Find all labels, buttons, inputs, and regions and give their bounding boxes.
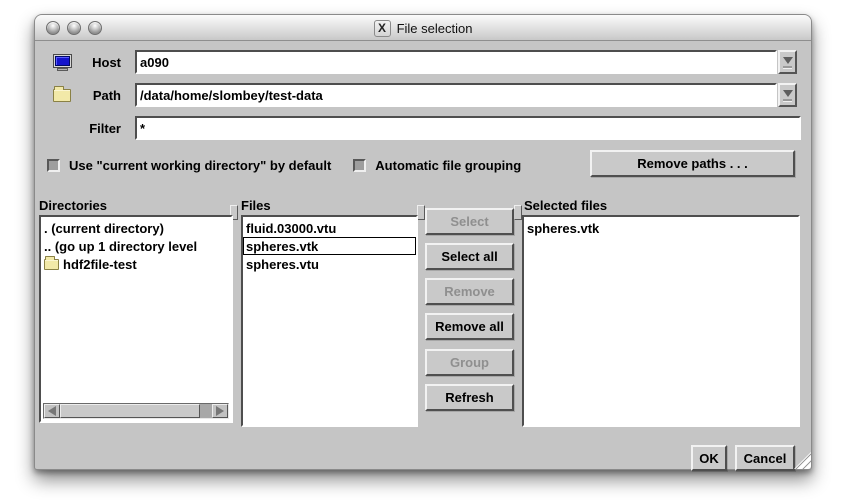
- ok-button[interactable]: OK: [691, 445, 727, 471]
- filter-input[interactable]: [135, 116, 801, 140]
- files-pane-label: Files: [241, 198, 271, 213]
- list-item-selected[interactable]: spheres.vtk: [243, 237, 416, 255]
- remove-all-button[interactable]: Remove all: [425, 313, 514, 340]
- splitter-handle[interactable]: [417, 205, 425, 220]
- x11-app-icon: X: [374, 20, 391, 37]
- path-combobox: [135, 83, 797, 107]
- chevron-down-icon: [783, 90, 793, 97]
- list-item[interactable]: spheres.vtu: [243, 255, 416, 273]
- filter-label: Filter: [75, 121, 121, 136]
- selected-files-pane-label: Selected files: [524, 198, 607, 213]
- group-button[interactable]: Group: [425, 349, 514, 376]
- use-cwd-checkbox[interactable]: [47, 159, 60, 172]
- scroll-right-button[interactable]: [212, 404, 228, 418]
- path-label: Path: [75, 88, 121, 103]
- list-item[interactable]: spheres.vtk: [524, 219, 798, 237]
- files-list[interactable]: fluid.03000.vtu spheres.vtk spheres.vtu: [241, 215, 418, 427]
- arrow-right-icon: [216, 406, 224, 416]
- selected-files-list[interactable]: spheres.vtk: [522, 215, 800, 427]
- cancel-button[interactable]: Cancel: [735, 445, 795, 471]
- directories-pane-label: Directories: [39, 198, 107, 213]
- host-input[interactable]: [135, 50, 777, 74]
- scroll-left-button[interactable]: [44, 404, 60, 418]
- list-item[interactable]: fluid.03000.vtu: [243, 219, 416, 237]
- select-button[interactable]: Select: [425, 208, 514, 235]
- directories-list[interactable]: . (current directory) .. (go up 1 direct…: [39, 215, 233, 423]
- select-all-button[interactable]: Select all: [425, 243, 514, 270]
- folder-icon: [44, 259, 59, 270]
- list-item[interactable]: . (current directory): [41, 219, 231, 237]
- window-title: File selection: [397, 21, 473, 36]
- chevron-down-icon: [783, 57, 793, 64]
- splitter-handle[interactable]: [514, 205, 522, 220]
- host-computer-icon: [53, 54, 72, 71]
- path-input[interactable]: [135, 83, 777, 107]
- list-item[interactable]: .. (go up 1 directory level: [41, 237, 231, 255]
- refresh-button[interactable]: Refresh: [425, 384, 514, 411]
- arrow-left-icon: [48, 406, 56, 416]
- use-cwd-label: Use "current working directory" by defau…: [69, 158, 331, 173]
- auto-grouping-checkbox[interactable]: [353, 159, 366, 172]
- path-dropdown-button[interactable]: [778, 83, 797, 107]
- host-label: Host: [75, 55, 121, 70]
- scrollbar-thumb[interactable]: [60, 404, 200, 418]
- file-selection-window: X File selection Host: [34, 14, 812, 470]
- remove-paths-button[interactable]: Remove paths . . .: [590, 150, 795, 177]
- title-bar[interactable]: X File selection: [35, 15, 811, 41]
- remove-button[interactable]: Remove: [425, 278, 514, 305]
- host-combobox: [135, 50, 797, 74]
- path-folder-icon: [53, 89, 71, 102]
- host-dropdown-button[interactable]: [778, 50, 797, 74]
- list-item[interactable]: hdf2file-test: [41, 255, 231, 273]
- auto-grouping-label: Automatic file grouping: [375, 158, 521, 173]
- horizontal-scrollbar[interactable]: [43, 403, 229, 419]
